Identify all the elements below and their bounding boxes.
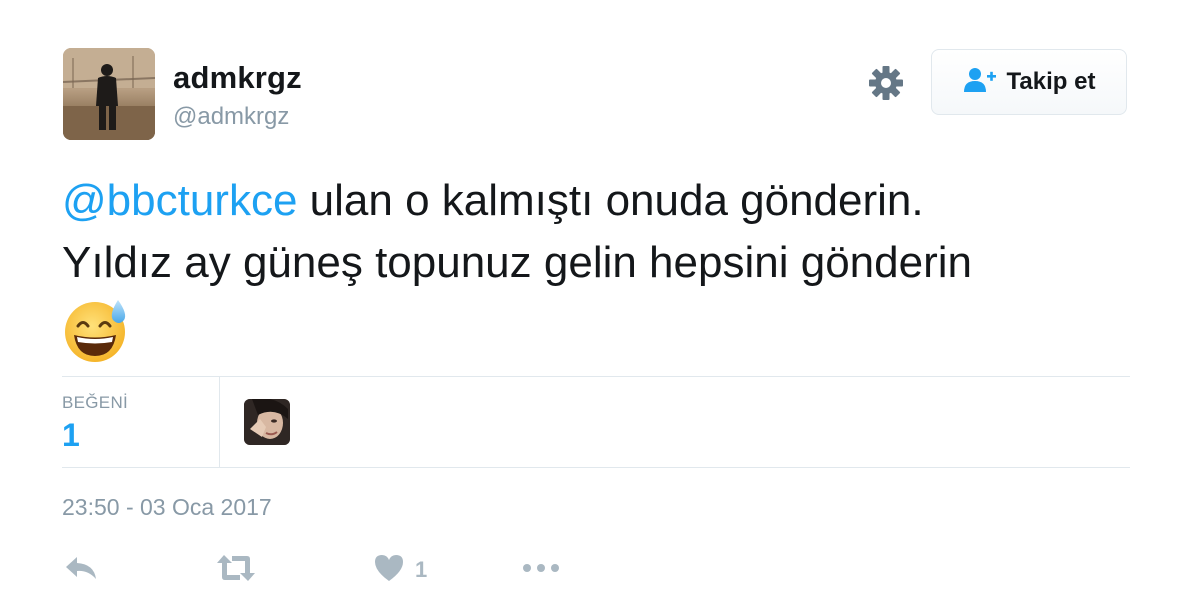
reply-button[interactable] (64, 550, 98, 590)
tweet-card: admkrgz @admkrgz Takip et @bbcturkce ula… (0, 0, 1200, 614)
more-icon (522, 561, 560, 579)
person-add-icon (963, 67, 997, 98)
likes-count: 1 (62, 417, 80, 453)
follow-button[interactable]: Takip et (931, 49, 1127, 115)
tweet-text-line-2: Yıldız ay güneş topunuz gelin hepsini gö… (62, 238, 972, 287)
display-name[interactable]: admkrgz (173, 60, 302, 96)
retweet-icon (216, 553, 256, 588)
heart-icon (373, 553, 405, 588)
liker-avatar[interactable] (244, 399, 290, 445)
likes-stat[interactable]: BEĞENİ 1 (62, 377, 220, 467)
more-button[interactable] (522, 550, 560, 590)
likes-label: BEĞENİ (62, 393, 129, 412)
like-count: 1 (415, 557, 428, 582)
tweet-actions: 1 (62, 550, 662, 594)
retweet-button[interactable] (216, 550, 256, 590)
gear-icon[interactable] (866, 63, 906, 103)
tweet-text-line-1: @bbcturkce ulan o kalmıştı onuda gönderi… (62, 170, 1142, 232)
grinning-sweat-emoji-icon (65, 300, 126, 362)
user-avatar[interactable] (63, 48, 155, 140)
follow-label: Takip et (1006, 68, 1096, 95)
user-handle[interactable]: @admkrgz (173, 103, 289, 131)
reply-icon (64, 553, 98, 588)
tweet-text-part-1: ulan o kalmıştı onuda gönderin. (297, 176, 924, 225)
like-button[interactable]: 1 (373, 550, 427, 590)
tweet-stats: BEĞENİ 1 (62, 376, 1130, 468)
mention-link[interactable]: @bbcturkce (62, 176, 297, 225)
tweet-timestamp[interactable]: 23:50 - 03 Oca 2017 (62, 494, 272, 521)
tweet-text: @bbcturkce ulan o kalmıştı onuda gönderi… (62, 170, 1142, 364)
